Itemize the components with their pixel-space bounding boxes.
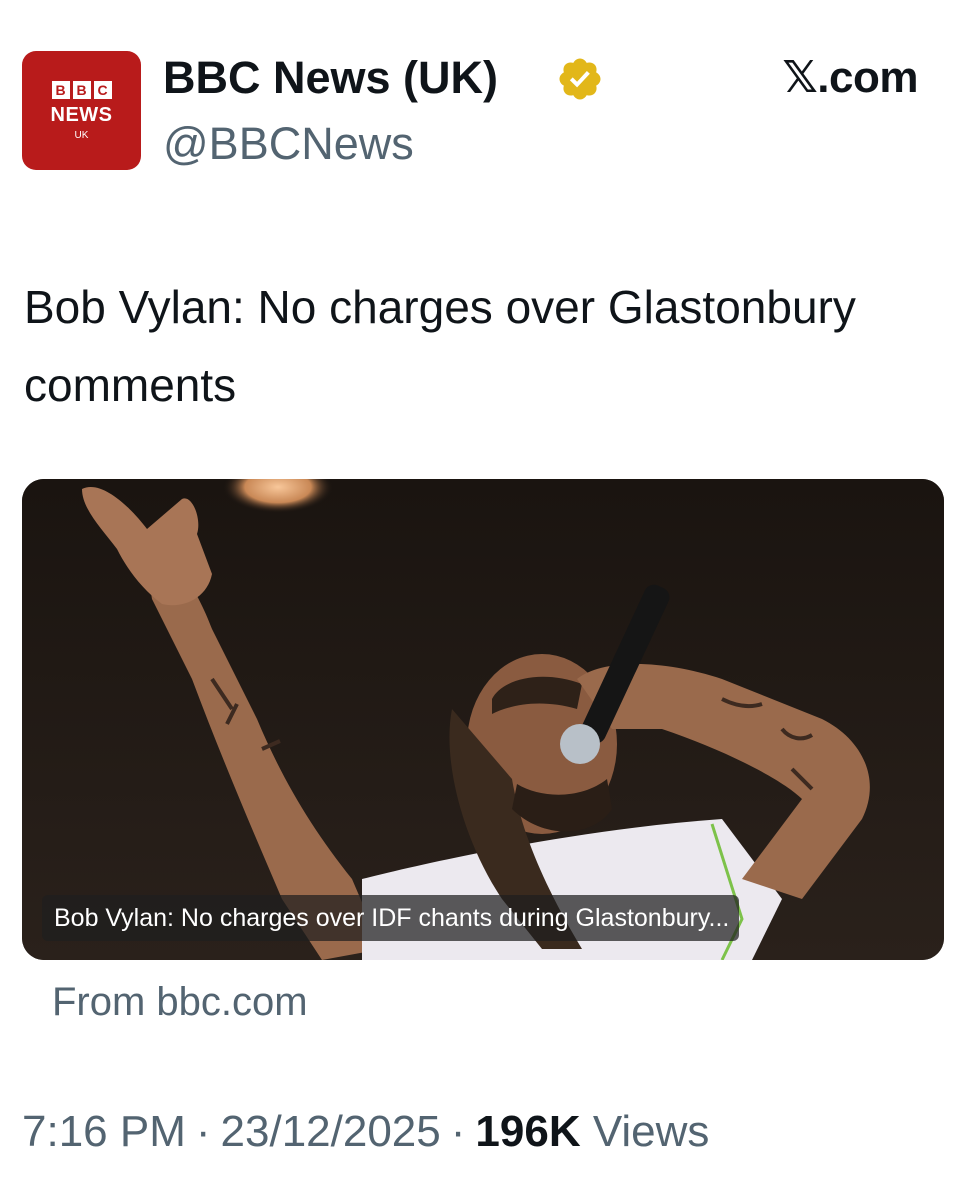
bbc-block-3: C [93,80,112,99]
meta-separator: · [195,1107,211,1156]
tweet-text: Bob Vylan: No charges over Glastonbury c… [24,281,856,411]
profile-avatar[interactable]: B B C NEWS UK [22,51,141,170]
meta-separator: · [450,1107,466,1156]
link-card-source[interactable]: From bbc.com [52,978,308,1026]
author-display-name[interactable]: BBC News (UK) [163,52,498,104]
tweet-date[interactable]: 23/12/2025 [221,1107,441,1156]
bbc-block-1: B [51,80,70,99]
link-card-image[interactable] [22,479,944,960]
tweet-meta: 7:16 PM · 23/12/2025 · 196K Views [22,1106,709,1158]
x-brand-label: 𝕏.com [782,53,918,102]
tweet-time[interactable]: 7:16 PM [22,1107,186,1156]
link-card-title[interactable]: Bob Vylan: No charges over IDF chants du… [42,895,740,941]
avatar-region: UK [74,129,89,141]
performer-photo-icon [22,479,944,960]
author-handle[interactable]: @BBCNews [163,118,414,170]
bbc-block-2: B [72,80,91,99]
verified-badge-icon[interactable] [556,55,604,103]
avatar-wordmark: NEWS [50,103,113,126]
views-count[interactable]: 196K [475,1107,580,1156]
bbc-logo-blocks: B B C [51,80,112,99]
views-label: Views [592,1107,710,1156]
